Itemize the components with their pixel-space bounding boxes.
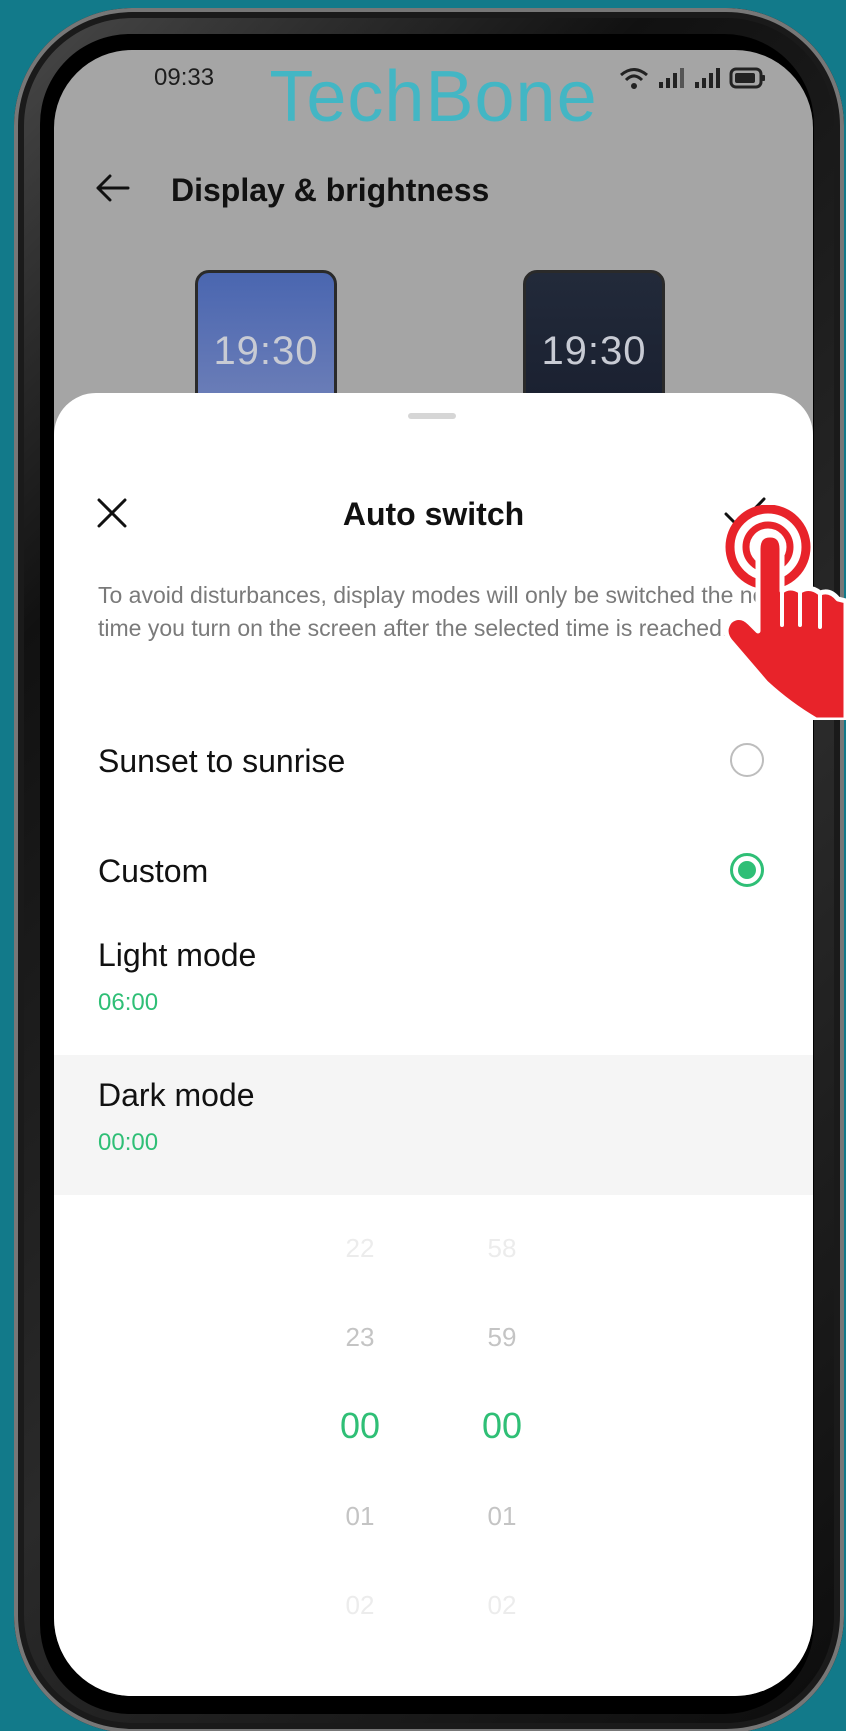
page-title: Display & brightness: [171, 172, 490, 208]
preview-time: 19:30: [541, 329, 647, 373]
radio-button-selected[interactable]: [730, 853, 764, 887]
dark-mode-label: Dark mode: [98, 1077, 255, 1113]
dark-mode-time: 00:00: [98, 1129, 159, 1156]
dark-mode-preview[interactable]: 19:30: [523, 270, 665, 410]
auto-switch-sheet: Auto switch To avoid disturbances, displ…: [54, 393, 813, 1696]
preview-time: 19:30: [213, 329, 319, 373]
picker-minute: 58: [487, 1233, 517, 1263]
sheet-grabber[interactable]: [408, 413, 456, 419]
picker-minute: 59: [487, 1322, 517, 1352]
sheet-title: Auto switch: [342, 496, 525, 532]
option-sunset-to-sunrise[interactable]: Sunset to sunrise: [54, 711, 813, 811]
picker-hour: 23: [345, 1322, 375, 1352]
phone-screen: 09:33 TechBone Display & brightness 19:3…: [54, 50, 813, 1696]
picker-minute: 01: [487, 1501, 517, 1531]
sheet-description: To avoid disturbances, display modes wil…: [98, 582, 784, 641]
picker-hour: 02: [345, 1590, 375, 1620]
back-arrow-icon[interactable]: [92, 168, 132, 208]
option-custom[interactable]: Custom: [54, 821, 813, 921]
picker-hour-selected: 00: [339, 1405, 381, 1446]
app-header: Display & brightness: [54, 150, 813, 230]
watermark: TechBone: [269, 57, 598, 137]
option-label: Sunset to sunrise: [98, 743, 346, 779]
status-bar: 09:33 TechBone: [54, 50, 813, 137]
dark-mode-row[interactable]: Dark mode 00:00: [54, 1055, 813, 1195]
picker-minute-selected: 00: [481, 1405, 523, 1446]
picker-hour: 22: [345, 1233, 375, 1263]
picker-hour: 01: [345, 1501, 375, 1531]
tap-hand-icon: [723, 505, 846, 720]
light-mode-time: 06:00: [98, 989, 159, 1016]
light-mode-preview[interactable]: 19:30: [195, 270, 337, 410]
picker-minute: 02: [487, 1590, 517, 1620]
radio-button[interactable]: [730, 743, 764, 777]
light-mode-row[interactable]: Light mode 06:00: [54, 915, 813, 1055]
option-label: Custom: [98, 853, 209, 889]
light-mode-label: Light mode: [98, 937, 257, 973]
